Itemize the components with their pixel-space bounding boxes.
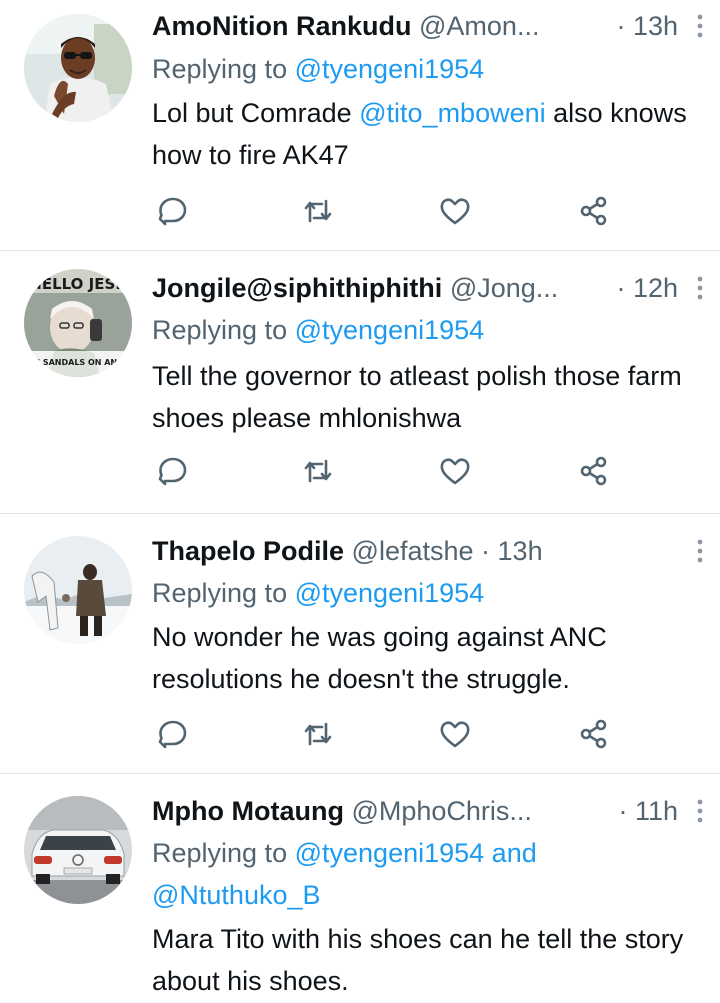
like-button[interactable] [435,714,475,754]
share-button[interactable] [574,451,614,491]
user-handle[interactable]: @lefatshe [352,536,474,566]
like-button[interactable] [435,191,475,231]
user-handle[interactable]: @MphoChris... [351,796,531,826]
like-icon [440,721,470,748]
reply-icon [158,197,187,226]
avatar-text-top: HELLO JES.. [29,275,126,293]
replying-to-conjunction: and [484,838,537,868]
more-options-icon[interactable] [694,13,706,39]
timestamp[interactable]: · 11h [618,791,678,831]
retweet-button[interactable] [298,191,338,231]
user-handle[interactable]: @Jong... [450,273,558,303]
replying-to-mention-2[interactable]: @Ntuthuko_B [152,880,321,910]
replying-to-mention[interactable]: @tyengeni1954 [295,315,485,345]
tweet-actions [0,451,720,491]
replying-to-label: Replying to [152,315,288,345]
replying-to-label: Replying to [152,54,288,84]
tweet-header: Mpho Motaung @MphoChris... · 11h [152,791,720,831]
tweet[interactable]: Thapelo Podile @lefatshe · 13h Replying … [0,514,720,774]
share-icon [580,719,607,749]
tweet-header: Thapelo Podile @lefatshe · 13h [152,531,720,571]
retweet-icon [304,722,332,746]
replying-to-label: Replying to [152,838,288,868]
timestamp[interactable]: · 13h [481,536,543,566]
timestamp[interactable]: · 13h [616,6,678,46]
display-name[interactable]: Thapelo Podile [152,536,344,566]
replying-to-mention[interactable]: @tyengeni1954 [295,838,485,868]
avatar[interactable] [24,796,132,904]
user-handle[interactable]: @Amon... [419,11,539,41]
reply-button[interactable] [153,191,193,231]
retweet-icon [304,199,332,223]
replying-to: Replying to @tyengeni1954 [152,309,700,351]
retweet-button[interactable] [298,451,338,491]
tweet-text: Lol but Comrade @tito_mboweni also knows… [152,92,696,176]
share-icon [580,196,607,226]
retweet-button[interactable] [298,714,338,754]
reply-button[interactable] [153,714,193,754]
timestamp[interactable]: · 12h [616,268,678,308]
display-name[interactable]: Jongile@siphithiphithi [152,273,442,303]
tweet-header: AmoNition Rankudu @Amon... · 13h [152,6,720,46]
replying-to-mention[interactable]: @tyengeni1954 [295,578,485,608]
tweet-text: No wonder he was going against ANC resol… [152,622,607,694]
avatar[interactable] [24,536,132,644]
more-options-icon[interactable] [694,275,706,301]
like-icon [440,458,470,485]
tweet-text: Tell the governor to atleast polish thos… [152,361,682,433]
share-icon [580,456,607,486]
replying-to-mention[interactable]: @tyengeni1954 [295,54,485,84]
tweet-text: Mara Tito with his shoes can he tell the… [152,924,684,996]
share-button[interactable] [574,714,614,754]
more-options-icon[interactable] [694,538,706,564]
reply-button[interactable] [153,451,193,491]
retweet-icon [304,459,332,483]
replying-to: Replying to @tyengeni1954 and @Ntuthuko_… [152,832,700,916]
share-button[interactable] [574,191,614,231]
tweet-text-part: Lol but Comrade [152,98,360,128]
like-icon [440,198,470,225]
more-options-icon[interactable] [694,798,706,824]
reply-icon [158,720,187,749]
display-name[interactable]: AmoNition Rankudu [152,11,411,41]
avatar[interactable]: HELLO JES.. WITH SANDALS ON AND GO [24,269,132,377]
avatar-text-bottom: WITH SANDALS ON AND GO [24,358,132,367]
like-button[interactable] [435,451,475,491]
tweet[interactable]: AmoNition Rankudu @Amon... · 13h Replyin… [0,0,720,251]
replying-to: Replying to @tyengeni1954 [152,48,700,90]
tweet-actions [0,714,720,754]
tweet-mention[interactable]: @tito_mboweni [359,98,546,128]
replying-to: Replying to @tyengeni1954 [152,572,700,614]
tweet[interactable]: HELLO JES.. WITH SANDALS ON AND GO Jongi… [0,251,720,514]
tweet[interactable]: Mpho Motaung @MphoChris... · 11h Replyin… [0,774,720,1003]
avatar[interactable] [24,14,132,122]
reply-icon [158,457,187,486]
display-name[interactable]: Mpho Motaung [152,796,344,826]
tweet-header: Jongile@siphithiphithi @Jong... · 12h [152,268,720,308]
tweet-actions [0,191,720,231]
replying-to-label: Replying to [152,578,288,608]
